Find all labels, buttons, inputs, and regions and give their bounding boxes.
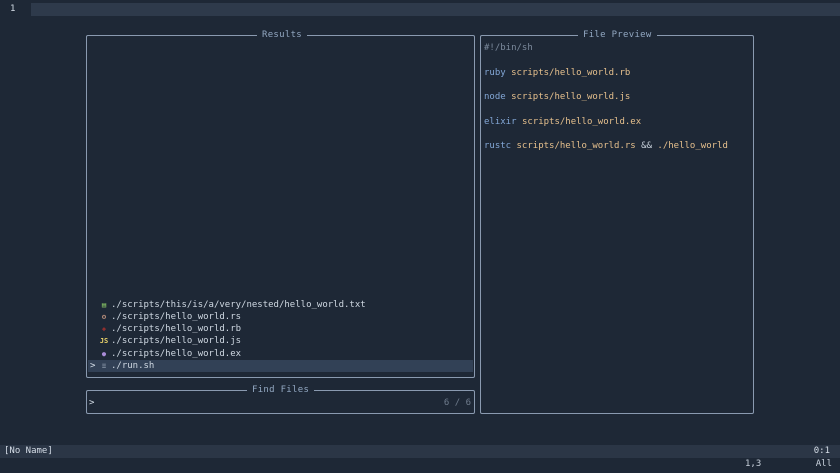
results-title: Results bbox=[257, 29, 308, 42]
shell-icon: ≡ bbox=[101, 362, 107, 370]
find-files-prompt[interactable]: Find Files > 6 / 6 bbox=[86, 384, 475, 414]
result-path: ./scripts/hello_world.js bbox=[111, 336, 242, 347]
find-files-title: Find Files bbox=[247, 384, 315, 397]
result-path: ./scripts/hello_world.ex bbox=[111, 348, 242, 359]
preview-token: scripts/hello_world.rs bbox=[516, 141, 636, 152]
preview-token: ruby bbox=[484, 67, 506, 78]
preview-token: scripts/hello_world.rb bbox=[511, 67, 631, 78]
cursor-position: 1,3 bbox=[745, 459, 762, 469]
javascript-icon: JS bbox=[99, 337, 109, 346]
result-item[interactable]: ◆ ./scripts/hello_world.rb bbox=[88, 323, 473, 335]
preview-line: node scripts/hello_world.js bbox=[484, 91, 630, 103]
prompt-symbol: > bbox=[89, 398, 95, 408]
rust-icon: ⚙ bbox=[101, 312, 107, 321]
preview-token: && bbox=[635, 141, 658, 152]
file-preview-title: File Preview bbox=[578, 29, 657, 42]
ruby-icon: ◆ bbox=[101, 325, 107, 334]
line-number: 1 bbox=[10, 4, 16, 14]
result-path: ./scripts/hello_world.rb bbox=[111, 324, 242, 335]
statusline: [No Name] 0:1 bbox=[0, 445, 840, 458]
preview-token: ./hello_world bbox=[657, 141, 728, 152]
results-panel: Results ▤ ./scripts/this/is/a/very/nested… bbox=[86, 29, 475, 378]
preview-line: elixir scripts/hello_world.ex bbox=[484, 116, 641, 128]
preview-token: #!/bin/sh bbox=[484, 43, 533, 53]
status-position: 0:1 bbox=[813, 446, 830, 456]
result-item[interactable]: JS ./scripts/hello_world.js bbox=[88, 335, 473, 347]
preview-line: #!/bin/sh bbox=[484, 42, 533, 54]
preview-token: rustc bbox=[484, 141, 512, 152]
buffer-name: [No Name] bbox=[4, 446, 53, 456]
result-path: ./run.sh bbox=[111, 361, 155, 371]
selection-caret: > bbox=[90, 361, 96, 371]
cursor-line[interactable] bbox=[31, 3, 840, 16]
scroll-indicator: All bbox=[815, 459, 832, 469]
result-path: ./scripts/this/is/a/very/nested/hello_wo… bbox=[111, 299, 366, 310]
editor[interactable]: 1 Results ▤ ./scripts/this/is/a/very/nest… bbox=[0, 0, 840, 473]
command-line[interactable]: 1,3 All bbox=[0, 458, 840, 471]
result-item[interactable]: ▤ ./scripts/this/is/a/very/nested/hello_w… bbox=[88, 299, 473, 311]
preview-token: elixir bbox=[484, 116, 517, 127]
preview-token: node bbox=[484, 92, 506, 103]
editor-first-line: 1 bbox=[0, 3, 840, 16]
preview-token: scripts/hello_world.ex bbox=[521, 116, 642, 127]
result-path: ./scripts/hello_world.rs bbox=[111, 311, 242, 322]
preview-line: rustc scripts/hello_world.rs && ./hello_… bbox=[484, 140, 728, 152]
result-count: 6 / 6 bbox=[443, 398, 471, 408]
file-preview-panel: File Preview #!/bin/sh ruby scripts/hello… bbox=[480, 29, 754, 414]
result-item[interactable]: ● ./scripts/hello_world.ex bbox=[88, 348, 473, 360]
preview-line: ruby scripts/hello_world.rb bbox=[484, 67, 630, 79]
result-item[interactable]: ⚙ ./scripts/hello_world.rs bbox=[88, 311, 473, 323]
text-file-icon: ▤ bbox=[101, 300, 107, 309]
elixir-icon: ● bbox=[101, 349, 107, 358]
result-item[interactable]: > ≡ ./run.sh bbox=[88, 360, 473, 372]
preview-token: scripts/hello_world.js bbox=[511, 92, 631, 103]
